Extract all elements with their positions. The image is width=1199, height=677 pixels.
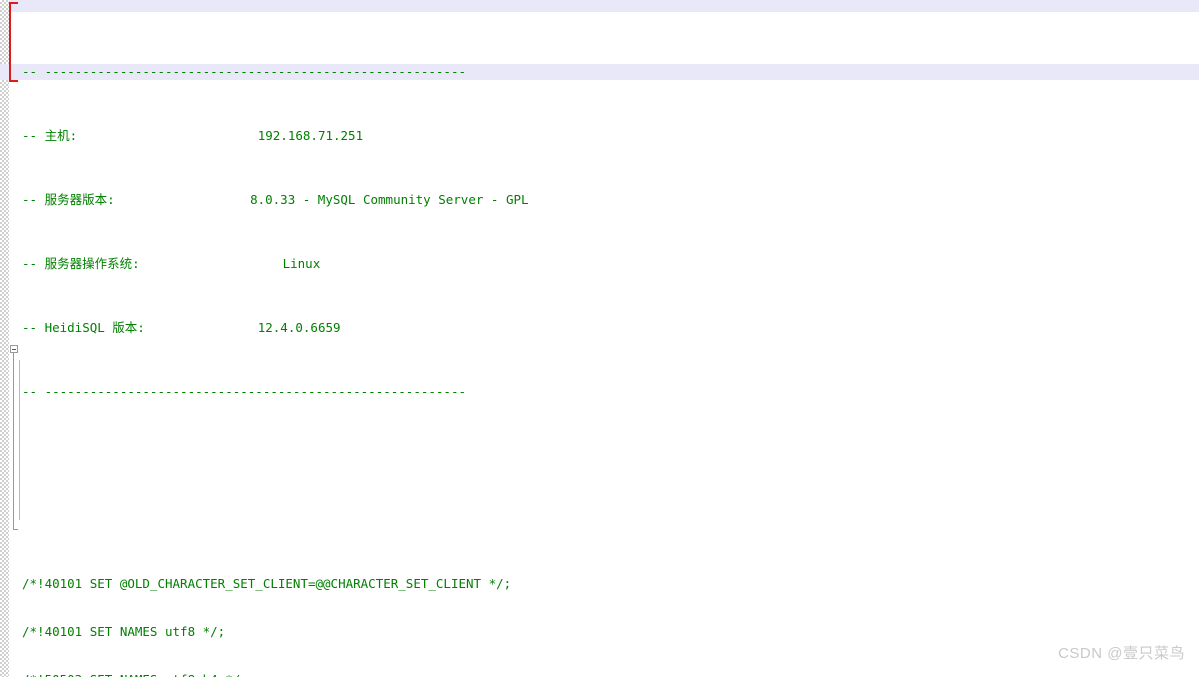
header-rule-top: -- -------------------------------------… <box>0 64 1199 80</box>
header-row-host: -- 主机: 192.168.71.251 <box>22 128 364 143</box>
header-row-server-os: -- 服务器操作系统: Linux <box>22 256 321 271</box>
header-rule-bottom: -- -------------------------------------… <box>22 384 467 399</box>
header-row-heidisql-version: -- HeidiSQL 版本: 12.4.0.6659 <box>22 320 341 335</box>
code-content: -- -------------------------------------… <box>0 0 1199 677</box>
preamble-line: /*!50503 SET NAMES utf8mb4 */; <box>0 672 1199 677</box>
preamble-line: /*!40101 SET NAMES utf8 */; <box>22 624 226 639</box>
preamble-line: /*!40101 SET @OLD_CHARACTER_SET_CLIENT=@… <box>22 576 512 591</box>
csdn-watermark: CSDN @壹只菜鸟 <box>1058 645 1185 662</box>
header-row-server-version: -- 服务器版本: 8.0.33 - MySQL Community Serve… <box>22 192 529 207</box>
sql-editor[interactable]: -- -------------------------------------… <box>0 0 1199 677</box>
